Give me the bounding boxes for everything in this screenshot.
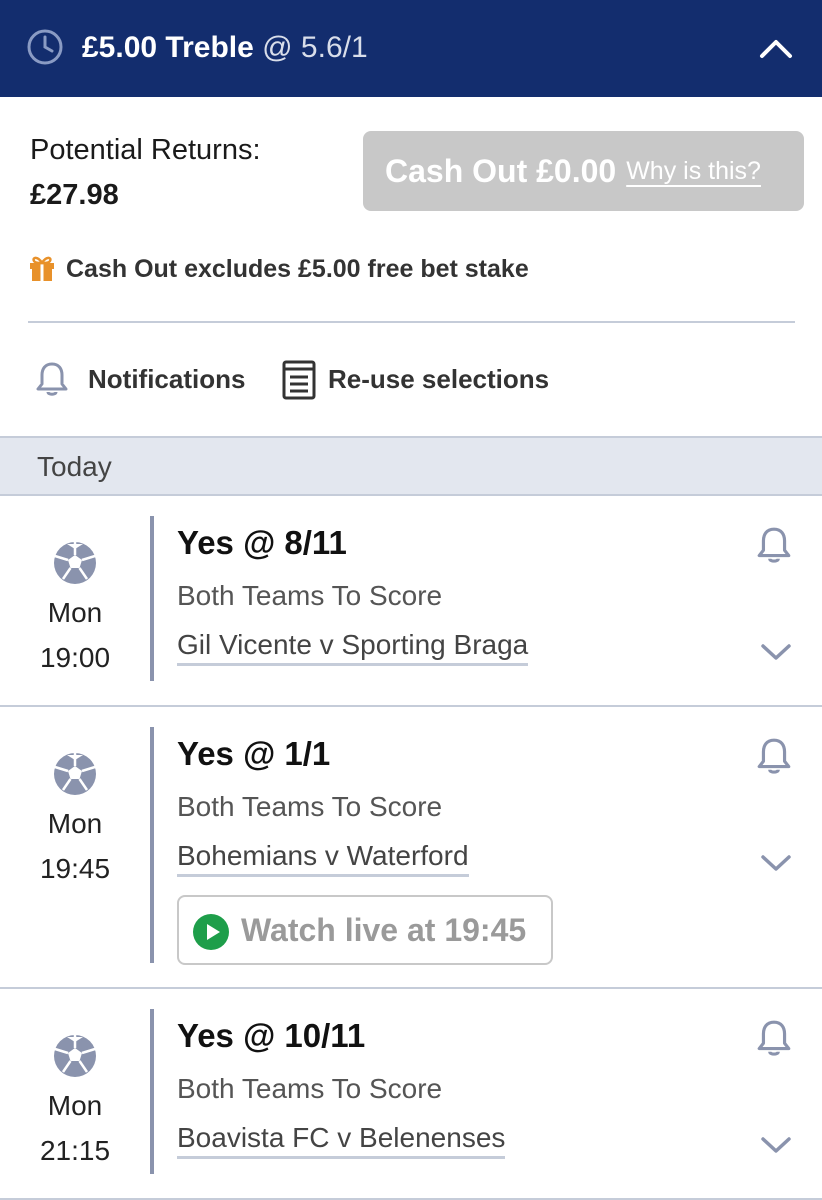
selection-time: 19:45 [39, 853, 111, 884]
selection-pick: Yes @ 10/11 [177, 1017, 366, 1054]
bell-icon[interactable] [755, 1017, 793, 1059]
bet-odds-label: @ 5.6/1 [262, 31, 368, 64]
notifications-button[interactable]: Notifications [88, 364, 245, 395]
bell-icon[interactable] [34, 360, 70, 398]
football-icon [54, 753, 96, 795]
selection-divider [150, 727, 154, 963]
selection-time: 19:00 [39, 642, 111, 673]
cash-out-button[interactable]: Cash Out £0.00 Why is this? [363, 131, 804, 211]
why-is-this-link[interactable]: Why is this? [626, 157, 761, 186]
play-icon [193, 914, 229, 950]
selection-row[interactable]: Mon 19:45 Yes @ 1/1 Both Teams To Score … [0, 707, 822, 989]
reuse-selections-button[interactable]: Re-use selections [328, 364, 549, 395]
chevron-down-icon[interactable] [760, 642, 792, 662]
bet-title: £5.00 Treble @ 5.6/1 [82, 28, 368, 68]
bell-icon[interactable] [755, 735, 793, 777]
selection-row[interactable]: Mon 21:15 Yes @ 10/11 Both Teams To Scor… [0, 989, 822, 1200]
document-list-icon[interactable] [282, 360, 316, 400]
free-bet-note: Cash Out excludes £5.00 free bet stake [66, 255, 529, 283]
bell-icon[interactable] [755, 524, 793, 566]
selection-day: Mon [47, 808, 103, 839]
selection-pick: Yes @ 1/1 [177, 735, 331, 772]
selection-pick: Yes @ 8/11 [177, 524, 347, 561]
bet-stake-label: £5.00 Treble [82, 31, 254, 64]
selection-market: Both Teams To Score [177, 791, 443, 822]
selection-day: Mon [47, 1090, 103, 1121]
selection-event-link[interactable]: Bohemians v Waterford [177, 840, 469, 877]
selection-divider [150, 516, 154, 681]
bet-header[interactable]: £5.00 Treble @ 5.6/1 [0, 0, 822, 97]
divider [28, 321, 795, 323]
gift-icon [30, 256, 54, 281]
selection-market: Both Teams To Score [177, 1073, 443, 1104]
watch-live-label: Watch live at 19:45 [241, 912, 527, 948]
watch-live-button[interactable]: Watch live at 19:45 [177, 895, 553, 965]
chevron-down-icon[interactable] [760, 853, 792, 873]
potential-returns-value: £27.98 [30, 179, 119, 211]
section-label: Today [37, 451, 112, 482]
selection-time: 21:15 [39, 1135, 111, 1166]
potential-returns-label: Potential Returns: [30, 134, 261, 166]
selection-event-link[interactable]: Gil Vicente v Sporting Braga [177, 629, 529, 666]
selection-day: Mon [47, 597, 103, 628]
football-icon [54, 1035, 96, 1077]
football-icon [54, 542, 96, 584]
clock-icon [27, 29, 63, 65]
chevron-up-icon[interactable] [758, 32, 794, 62]
selection-divider [150, 1009, 154, 1174]
selection-event-link[interactable]: Boavista FC v Belenenses [177, 1122, 506, 1159]
cash-out-label: Cash Out £0.00 [385, 152, 617, 189]
selection-market: Both Teams To Score [177, 580, 443, 611]
section-header-today: Today [0, 436, 822, 496]
selection-row[interactable]: Mon 19:00 Yes @ 8/11 Both Teams To Score… [0, 496, 822, 707]
chevron-down-icon[interactable] [760, 1135, 792, 1155]
